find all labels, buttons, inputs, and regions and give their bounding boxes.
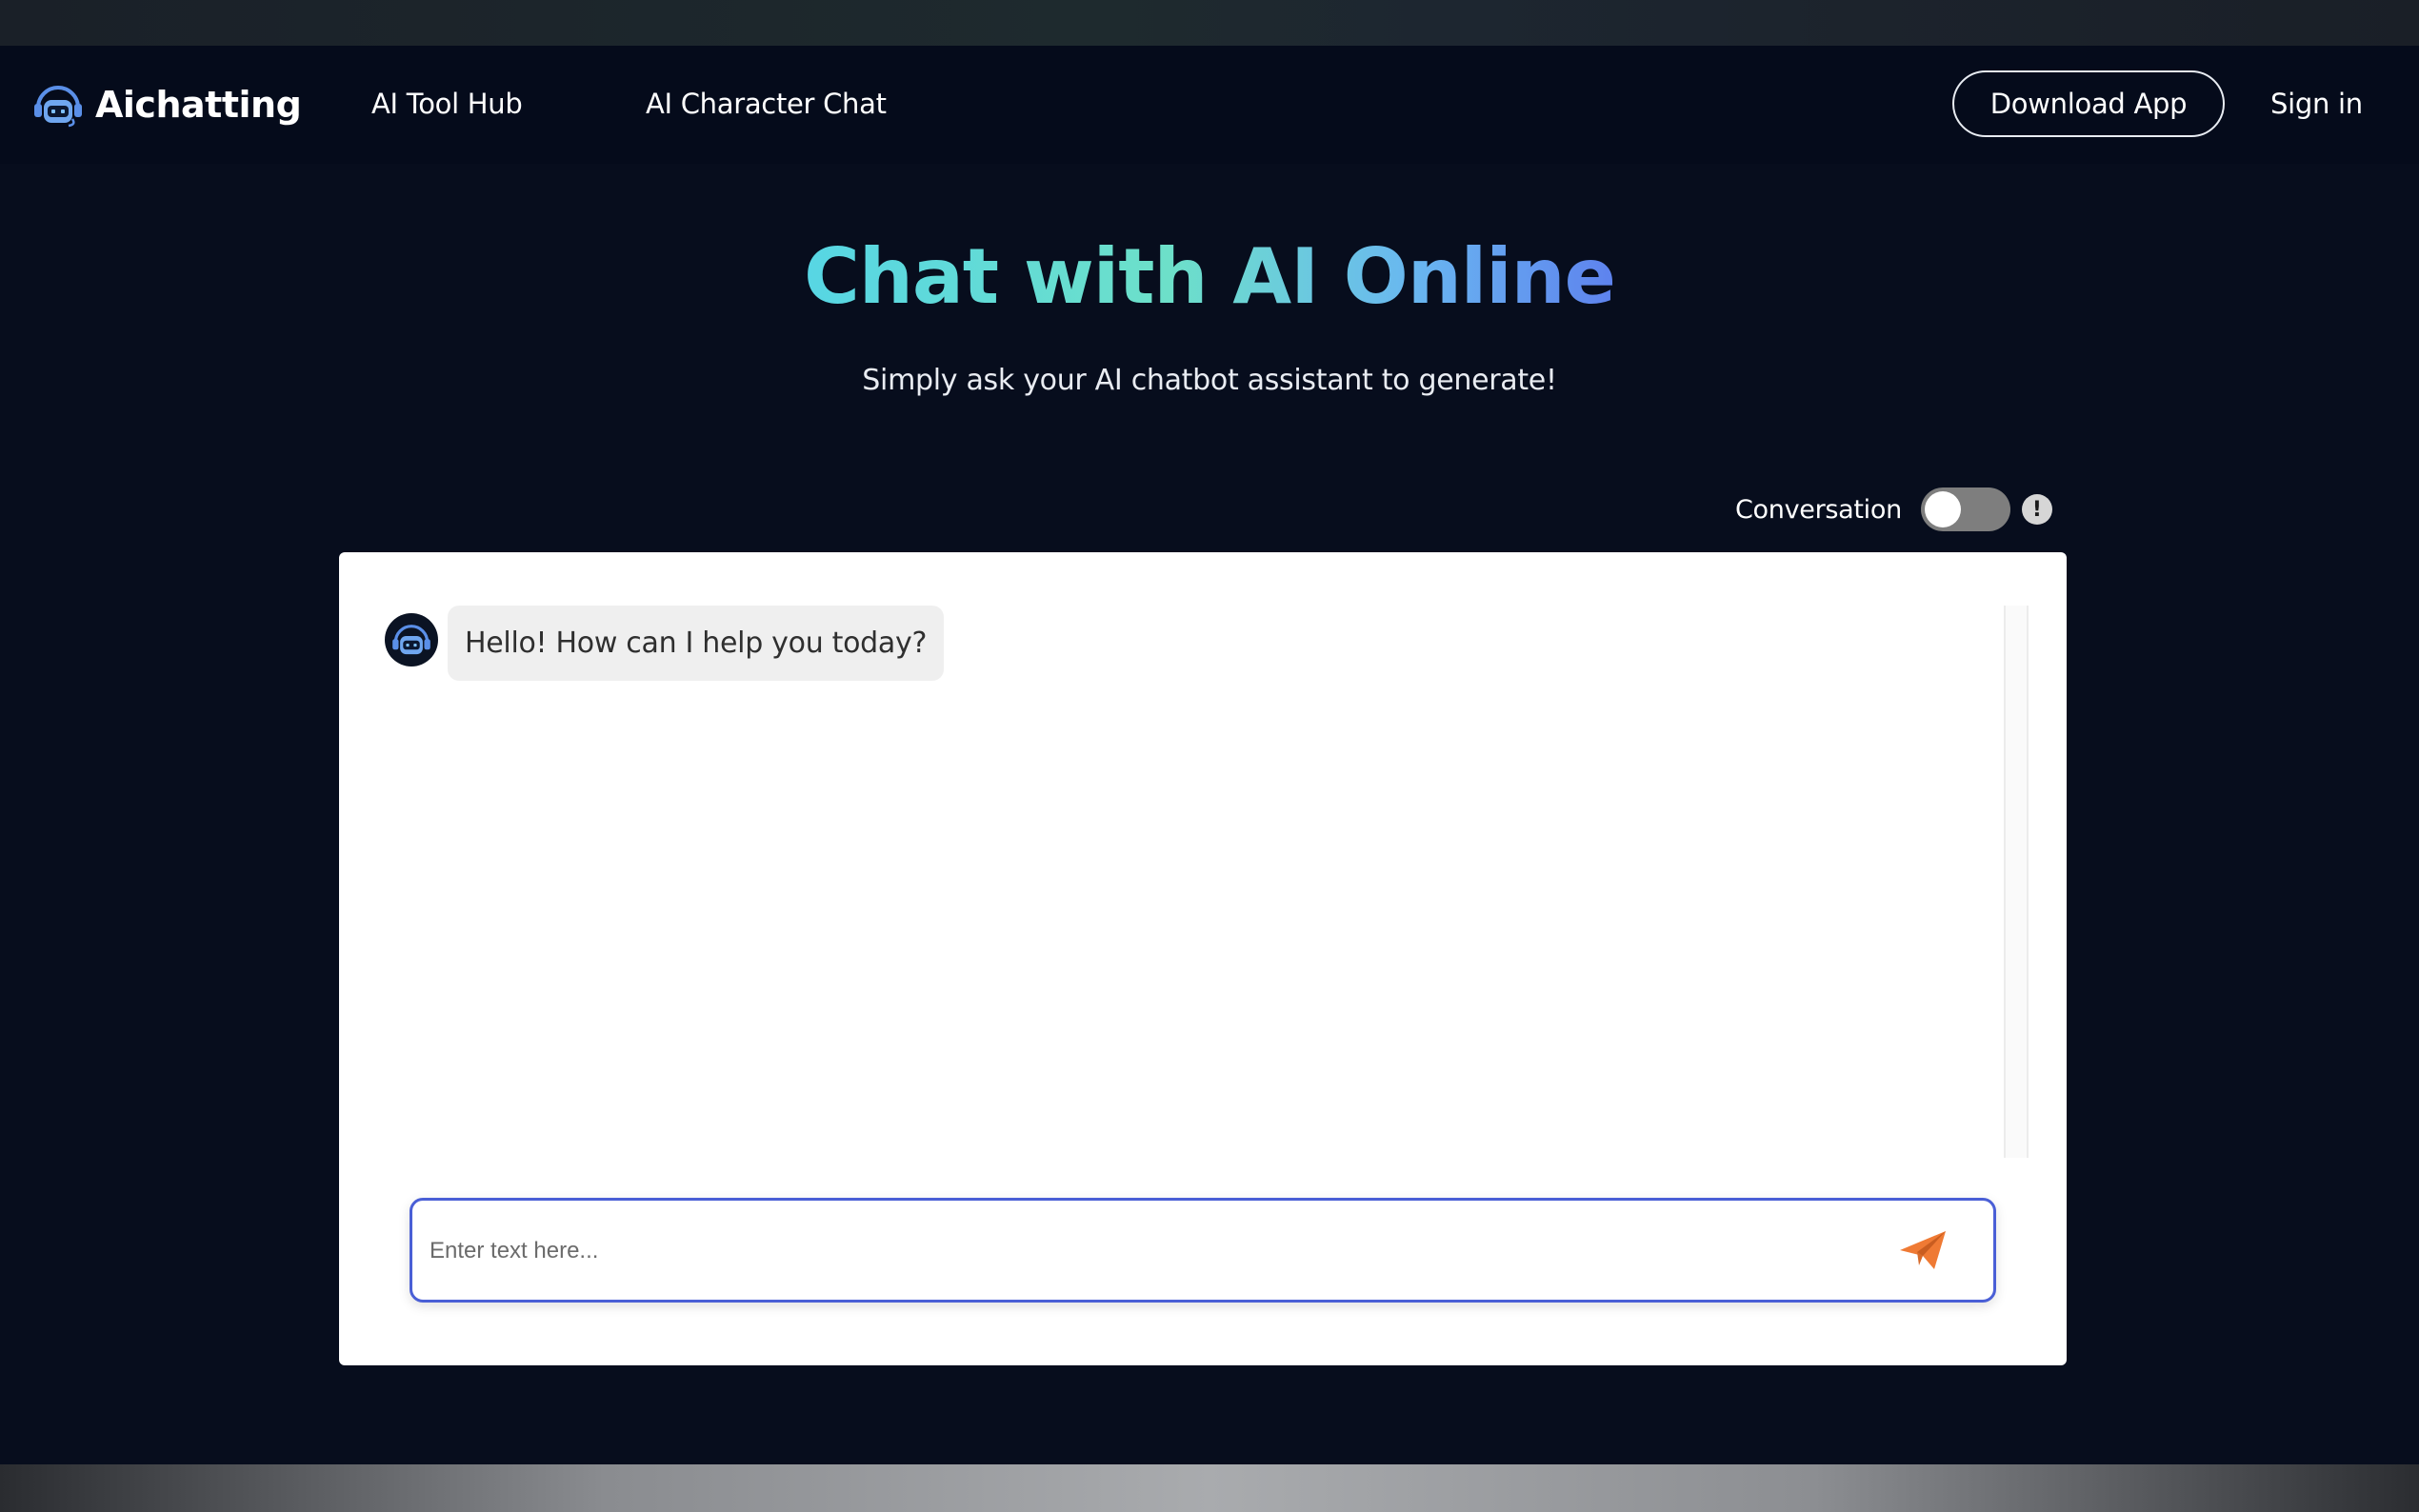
- info-icon[interactable]: !: [2021, 494, 2052, 525]
- conversation-toggle[interactable]: [1920, 487, 2010, 531]
- message-bubble: Hello! How can I help you today?: [448, 606, 945, 681]
- page-subtitle: Simply ask your AI chatbot assistant to …: [862, 364, 1557, 397]
- page-title: Chat with AI Online: [0, 232, 2419, 321]
- message-row: Hello! How can I help you today?: [385, 606, 1994, 681]
- bot-avatar: [385, 613, 438, 666]
- bottom-strip: [0, 1464, 2419, 1512]
- brand-name: Aichatting: [95, 84, 302, 126]
- robot-headset-icon: [392, 625, 430, 655]
- browser-top-strip: [0, 0, 2419, 46]
- conversation-toggle-row: Conversation !: [1735, 486, 2052, 533]
- nav-link-ai-tool-hub[interactable]: AI Tool Hub: [371, 88, 523, 120]
- sign-in-link[interactable]: Sign in: [2270, 88, 2363, 120]
- nav-link-ai-character-chat[interactable]: AI Character Chat: [646, 88, 887, 120]
- robot-headset-icon: [34, 86, 82, 128]
- send-button[interactable]: [1894, 1222, 1951, 1279]
- message-list: Hello! How can I help you today?: [385, 606, 1994, 1158]
- navbar: Aichatting AI Tool Hub AI Character Chat…: [0, 46, 2419, 164]
- download-app-button[interactable]: Download App: [1952, 70, 2225, 137]
- chat-input-box: [410, 1198, 1996, 1303]
- brand-logo[interactable]: Aichatting: [30, 78, 302, 131]
- chat-panel: Hello! How can I help you today?: [339, 552, 2067, 1365]
- conversation-label: Conversation: [1735, 494, 1902, 525]
- toggle-knob: [1924, 491, 1961, 527]
- message-scrollbar[interactable]: [2004, 606, 2029, 1158]
- chat-input[interactable]: [428, 1224, 1860, 1279]
- page-title-text: Chat with AI Online: [804, 232, 1616, 321]
- paper-plane-icon: [1900, 1231, 1946, 1269]
